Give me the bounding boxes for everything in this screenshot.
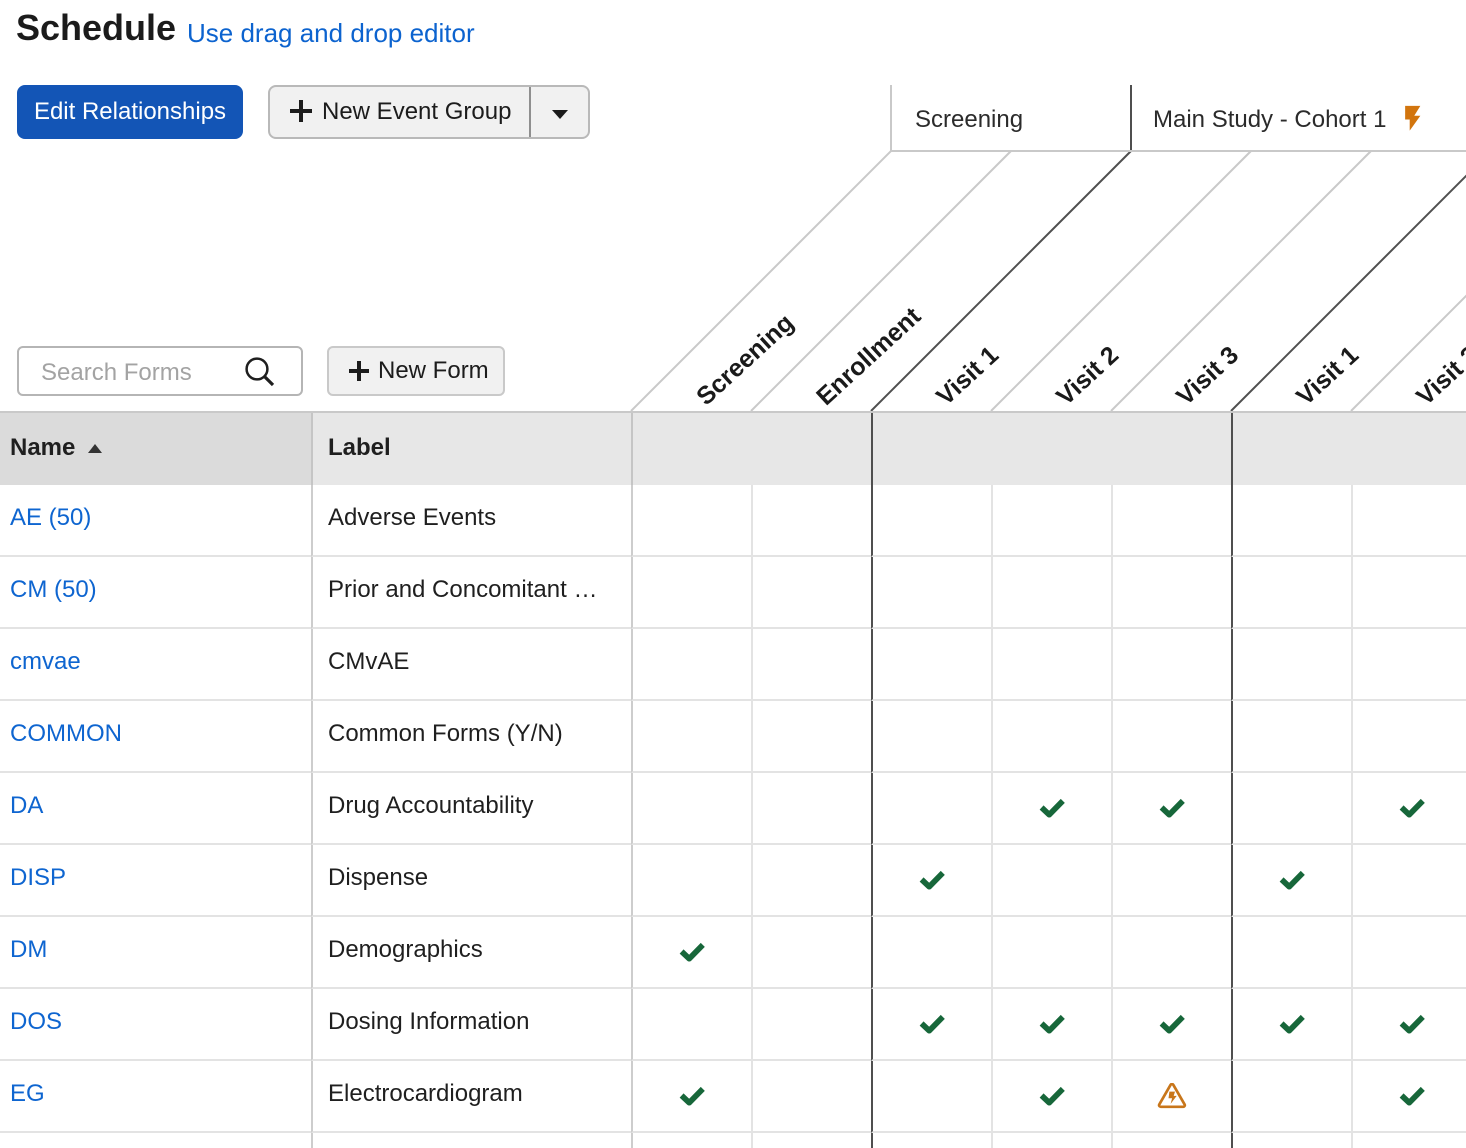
svg-text:Visit 2: Visit 2: [1051, 341, 1124, 411]
svg-text:Screening: Screening: [915, 106, 1023, 133]
svg-text:Enrollment: Enrollment: [811, 302, 927, 411]
svg-text:Screening: Screening: [691, 309, 799, 411]
svg-text:Main Study - Cohort 1: Main Study - Cohort 1: [1153, 106, 1386, 133]
svg-text:Visit 3: Visit 3: [1171, 341, 1244, 411]
svg-text:Visit 1: Visit 1: [1291, 341, 1364, 411]
svg-text:Visit 2: Visit 2: [1411, 341, 1466, 411]
svg-text:Visit 1: Visit 1: [931, 341, 1004, 411]
